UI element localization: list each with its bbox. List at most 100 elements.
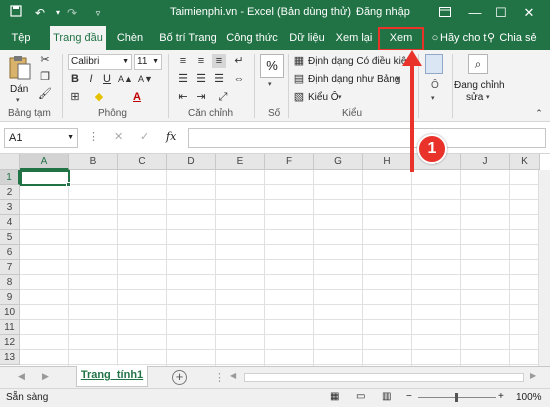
row-header-6[interactable]: 6 <box>0 245 20 260</box>
column-header-g[interactable]: G <box>314 154 363 170</box>
cells-icon[interactable] <box>425 54 443 74</box>
next-sheet-icon[interactable]: ▶ <box>42 371 49 382</box>
borders-icon[interactable]: ⊞ <box>68 90 82 104</box>
format-table-button[interactable]: Định dạng như Bảng <box>308 74 400 85</box>
font-color-icon[interactable]: A <box>130 90 144 104</box>
column-header-d[interactable]: D <box>167 154 216 170</box>
customize-icon[interactable]: ▿ <box>88 3 108 23</box>
merge-center-icon[interactable]: ⇔ <box>232 72 246 86</box>
name-box-dropdown-icon[interactable]: ▼ <box>67 129 74 147</box>
redo-icon[interactable]: ↷ <box>62 3 82 23</box>
row-header-10[interactable]: 10 <box>0 305 20 320</box>
conditional-format-button[interactable]: Định dạng Có điều kiện <box>308 56 412 67</box>
zoom-level[interactable]: 100% <box>516 392 542 403</box>
font-name-select[interactable]: Calibri ▼ <box>68 54 132 70</box>
align-center-icon[interactable]: ☰ <box>194 72 208 86</box>
page-layout-view-icon[interactable]: ▭ <box>356 391 365 402</box>
copy-icon[interactable]: ❐ <box>38 70 52 84</box>
column-header-h[interactable]: H <box>363 154 412 170</box>
select-all-corner[interactable] <box>0 154 20 170</box>
number-format-dropdown-icon[interactable]: ▾ <box>268 80 272 88</box>
enter-icon[interactable]: ✓ <box>140 130 149 143</box>
row-header-2[interactable]: 2 <box>0 185 20 200</box>
maximize-button[interactable]: ☐ <box>488 2 514 24</box>
scroll-left-icon[interactable]: ◀ <box>230 371 236 380</box>
align-right-icon[interactable]: ☰ <box>212 72 226 86</box>
tab-review[interactable]: Xem lại <box>334 26 374 50</box>
format-painter-icon[interactable]: 🖌 <box>38 87 52 101</box>
minimize-button[interactable]: — <box>462 2 488 24</box>
tab-file[interactable]: Tệp <box>6 26 36 50</box>
close-button[interactable]: ✕ <box>516 2 542 24</box>
add-sheet-button[interactable]: + <box>172 370 187 385</box>
cells-dropdown-icon[interactable]: ▾ <box>431 94 435 102</box>
horizontal-scrollbar[interactable] <box>244 373 524 382</box>
decrease-font-icon[interactable]: A▼ <box>138 72 153 86</box>
row-header-4[interactable]: 4 <box>0 215 20 230</box>
paste-label[interactable]: Dán <box>10 84 28 95</box>
italic-icon[interactable]: I <box>84 72 98 86</box>
scroll-right-icon[interactable]: ▶ <box>530 371 536 380</box>
tell-me-box[interactable]: Hãy cho t <box>440 26 486 50</box>
column-header-b[interactable]: B <box>69 154 118 170</box>
zoom-slider-thumb[interactable] <box>455 393 458 402</box>
format-table-dropdown-icon[interactable]: ▾ <box>396 75 400 83</box>
align-left-icon[interactable]: ☰ <box>176 72 190 86</box>
column-header-e[interactable]: E <box>216 154 265 170</box>
sheet-scroll-handle-icon[interactable]: ⋮ <box>214 371 225 384</box>
align-top-icon[interactable]: ≡ <box>176 54 190 68</box>
cancel-icon[interactable]: ✕ <box>114 130 123 143</box>
cell-styles-dropdown-icon[interactable]: ▾ <box>338 93 342 101</box>
increase-font-icon[interactable]: A▲ <box>118 72 133 86</box>
normal-view-icon[interactable]: ▦ <box>330 391 339 402</box>
cell-styles-button[interactable]: Kiểu Ô <box>308 92 339 103</box>
wrap-text-icon[interactable]: ↵ <box>232 54 246 68</box>
tab-page-layout[interactable]: Bố trí Trang <box>156 26 220 50</box>
percent-icon[interactable]: % <box>260 54 284 78</box>
editing-label[interactable]: Đang chỉnh <box>454 80 505 91</box>
column-header-f[interactable]: F <box>265 154 314 170</box>
cell-styles-icon[interactable]: ▧ <box>292 90 306 104</box>
cut-icon[interactable]: ✂ <box>38 53 52 67</box>
fx-icon[interactable]: fx <box>166 130 176 143</box>
row-header-5[interactable]: 5 <box>0 230 20 245</box>
prev-sheet-icon[interactable]: ◀ <box>18 371 25 382</box>
zoom-in-icon[interactable]: + <box>498 391 504 402</box>
sheet-tab-active[interactable]: Trang_tính1 <box>76 366 148 387</box>
row-header-12[interactable]: 12 <box>0 335 20 350</box>
tab-insert[interactable]: Chèn <box>112 26 148 50</box>
row-header-1[interactable]: 1 <box>0 170 20 185</box>
vertical-scrollbar[interactable] <box>538 170 550 366</box>
fill-color-icon[interactable]: ◆ <box>92 90 106 104</box>
formula-bar-handle-icon[interactable]: ⋮ <box>88 130 99 143</box>
paste-icon[interactable] <box>8 54 32 82</box>
column-header-a[interactable]: A <box>20 154 69 170</box>
fill-handle[interactable] <box>66 182 71 187</box>
column-header-k[interactable]: K <box>510 154 540 170</box>
share-button[interactable]: Chia sẻ <box>498 26 538 50</box>
worksheet-grid[interactable]: ABCDEFGHIJK 12345678910111213 <box>0 154 550 366</box>
row-header-13[interactable]: 13 <box>0 350 20 365</box>
tab-data[interactable]: Dữ liệu <box>284 26 330 50</box>
row-header-8[interactable]: 8 <box>0 275 20 290</box>
name-box[interactable]: A1 ▼ <box>4 128 78 148</box>
editing-dropdown-icon[interactable]: ▾ <box>486 93 490 101</box>
row-header-11[interactable]: 11 <box>0 320 20 335</box>
zoom-out-icon[interactable]: − <box>406 391 412 402</box>
tab-home[interactable]: Trang đầu <box>50 26 106 50</box>
row-header-9[interactable]: 9 <box>0 290 20 305</box>
column-header-c[interactable]: C <box>118 154 167 170</box>
login-link[interactable]: Đăng nhập <box>356 6 410 18</box>
user-icon[interactable]: ⚲ <box>484 26 498 50</box>
format-table-icon[interactable]: ▤ <box>292 72 306 86</box>
save-icon[interactable] <box>6 3 26 23</box>
active-cell[interactable] <box>20 170 70 186</box>
underline-icon[interactable]: U <box>100 72 114 86</box>
tab-formulas[interactable]: Công thức <box>224 26 280 50</box>
row-header-7[interactable]: 7 <box>0 260 20 275</box>
collapse-ribbon-icon[interactable]: ⌃ <box>532 106 546 120</box>
bold-icon[interactable]: B <box>68 72 82 86</box>
ribbon-options-icon[interactable] <box>432 2 458 24</box>
align-bottom-icon[interactable]: ≡ <box>212 54 226 68</box>
undo-icon[interactable]: ↶ <box>30 3 50 23</box>
